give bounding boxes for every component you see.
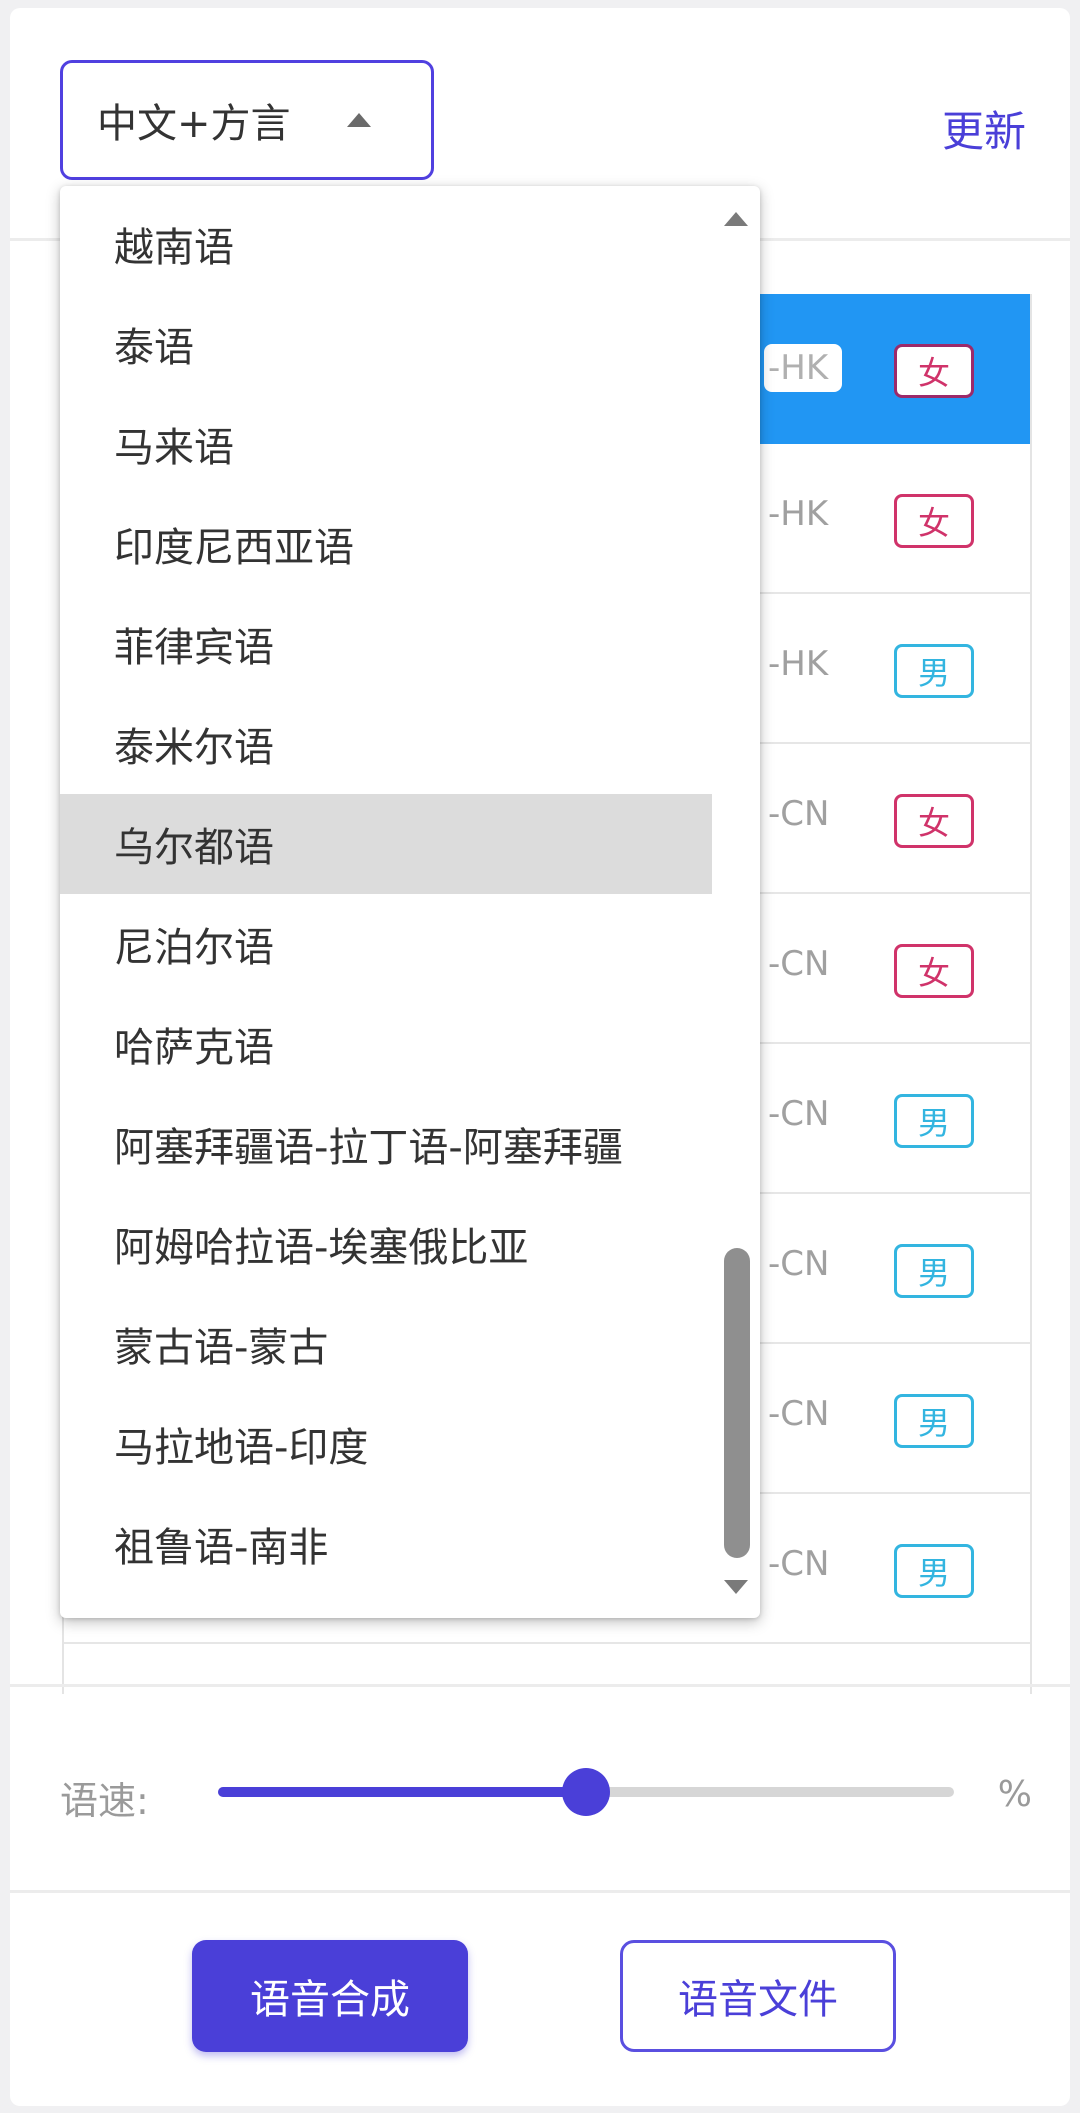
dropdown-option[interactable]: 乌尔都语 (60, 794, 712, 894)
tts-panel: 中文+方言 更新 -HK 女 -HK 女 -HK 男 -CN 女 -CN 女 -CN 男 -CN 男 -CN… (10, 8, 1070, 2106)
gender-badge: 女 (894, 794, 974, 848)
dropdown-option[interactable]: 印度尼西亚语 (60, 494, 712, 594)
speed-slider-fill (218, 1787, 586, 1797)
voice-locale-code: -HK (768, 644, 829, 684)
speed-slider-thumb[interactable] (562, 1768, 610, 1816)
dropdown-option[interactable]: 蒙古语-蒙古 (60, 1294, 712, 1394)
dropdown-option[interactable]: 菲律宾语 (60, 594, 712, 694)
gender-badge: 女 (894, 494, 974, 548)
language-select[interactable]: 中文+方言 (60, 60, 434, 180)
dropdown-option[interactable]: 哈萨克语 (60, 994, 712, 1094)
speed-unit: % (997, 1774, 1032, 1815)
dropdown-option[interactable]: 越南语 (60, 194, 712, 294)
gender-badge: 男 (894, 1394, 974, 1448)
speed-label: 语速: (60, 1779, 149, 1823)
scroll-up-arrow-icon[interactable] (724, 212, 748, 226)
voice-locale-code: -CN (768, 1244, 830, 1284)
voice-locale-code: -HK (768, 494, 829, 534)
language-select-value: 中文+方言 (97, 101, 291, 147)
dropdown-option[interactable]: 祖鲁语-南非 (60, 1494, 712, 1594)
gender-badge: 男 (894, 1094, 974, 1148)
gender-badge: 男 (894, 644, 974, 698)
gender-badge: 男 (894, 1244, 974, 1298)
gender-badge: 女 (894, 344, 974, 398)
update-link[interactable]: 更新 (942, 98, 1026, 159)
dropdown-option[interactable]: 马来语 (60, 394, 712, 494)
synthesize-button[interactable]: 语音合成 (192, 1940, 468, 2052)
gender-badge: 女 (894, 944, 974, 998)
voice-locale-code: -CN (768, 794, 830, 834)
dropdown-option[interactable]: 马拉地语-印度 (60, 1394, 712, 1494)
voice-locale-code: -CN (768, 1394, 830, 1434)
caret-up-icon (347, 113, 371, 127)
voice-locale-code: -CN (768, 1544, 830, 1584)
scroll-down-arrow-icon[interactable] (724, 1580, 748, 1594)
dropdown-option[interactable]: 阿姆哈拉语-埃塞俄比亚 (60, 1194, 712, 1294)
speed-divider-top (10, 1684, 1070, 1687)
speed-divider-bottom (10, 1890, 1070, 1893)
gender-badge: 男 (894, 1544, 974, 1598)
dropdown-option[interactable]: 泰语 (60, 294, 712, 394)
voice-locale-code: -CN (768, 944, 830, 984)
dropdown-scrollbar-thumb[interactable] (724, 1248, 750, 1558)
speed-slider[interactable] (218, 1768, 954, 1816)
dropdown-option[interactable]: 泰米尔语 (60, 694, 712, 794)
dropdown-option[interactable]: 尼泊尔语 (60, 894, 712, 994)
language-dropdown-menu[interactable]: 祖鲁语-南非 马拉地语-印度 蒙古语-蒙古 阿姆哈拉语-埃塞俄比亚 阿塞拜疆语-拉丁语-… (60, 186, 760, 1618)
voice-locale-code: -HK (764, 344, 843, 392)
voice-locale-code: -CN (768, 1094, 830, 1134)
dropdown-option[interactable]: 阿塞拜疆语-拉丁语-阿塞拜疆 (60, 1094, 712, 1194)
voice-file-button[interactable]: 语音文件 (620, 1940, 896, 2052)
